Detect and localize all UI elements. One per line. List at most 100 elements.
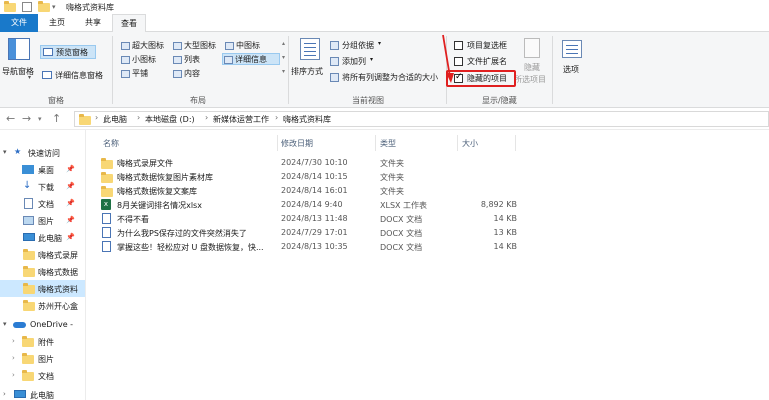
column-divider[interactable] [277, 135, 278, 151]
row-name: 嗨格式数据恢复文案库 [117, 187, 197, 196]
nav-item-folder[interactable]: › 文档 [0, 367, 85, 384]
layout-tiles[interactable]: 平铺 [120, 68, 148, 80]
row-name: 不得不看 [117, 215, 149, 224]
group-by-icon [330, 41, 339, 50]
layout-list[interactable]: 列表 [172, 54, 200, 66]
nav-item-pictures[interactable]: 图片 📌 [0, 212, 85, 229]
row-name: 掌握这些！轻松应对 U 盘数据恢复，快... [117, 243, 264, 252]
column-header-size[interactable]: 大小 [462, 138, 478, 149]
table-row[interactable]: 为什么我PS保存过的文件突然消失了 2024/7/29 17:01 DOCX 文… [97, 226, 517, 240]
forward-arrow-icon[interactable]: → [22, 112, 31, 125]
options-button[interactable]: 选项 [563, 64, 579, 75]
quick-access-dropdown-icon[interactable]: ▾ [52, 3, 62, 13]
column-divider[interactable] [457, 135, 458, 151]
tab-share[interactable]: 共享 [76, 14, 110, 32]
nav-item-desktop[interactable]: 桌面 📌 [0, 161, 85, 178]
column-header-type[interactable]: 类型 [380, 138, 396, 149]
layout-details[interactable]: 详细信息 [222, 53, 280, 65]
group-by-button[interactable]: 分组依据 ▾ [330, 40, 390, 52]
column-header-modified[interactable]: 修改日期 [281, 138, 313, 149]
chevron-right-icon[interactable]: › [12, 371, 15, 379]
pin-icon[interactable]: 📌 [66, 233, 75, 241]
pin-icon[interactable]: 📌 [66, 182, 75, 190]
sort-by-button[interactable]: 排序方式 [291, 66, 323, 77]
address-bar[interactable]: › 此电脑 › 本地磁盘 (D:) › 新媒体运营工作 › 嗨格式资料库 [74, 111, 769, 127]
nav-item-folder[interactable]: 嗨格式录屏 [0, 246, 85, 263]
nav-item-current-folder[interactable]: 嗨格式资料 [0, 280, 85, 297]
crumb-separator-icon[interactable]: › [205, 113, 208, 122]
highlight-arrow-icon [442, 34, 454, 83]
row-modified: 2024/8/14 16:01 [281, 186, 348, 195]
add-columns-button[interactable]: 添加列 ▾ [330, 56, 380, 68]
sort-by-icon[interactable] [300, 38, 320, 60]
chevron-down-icon[interactable]: ▾ [28, 74, 31, 81]
layout-large-icons[interactable]: 大型图标 [172, 40, 216, 52]
row-modified: 2024/7/30 10:10 [281, 158, 348, 167]
navigation-pane-icon[interactable] [8, 38, 30, 60]
back-arrow-icon[interactable]: ← [6, 112, 15, 125]
pin-icon[interactable]: 📌 [66, 199, 75, 207]
list-icon [173, 56, 182, 64]
nav-item-downloads[interactable]: ↓ 下载 📌 [0, 178, 85, 195]
layout-xl-icons[interactable]: 超大图标 [120, 40, 164, 52]
crumb-drive-d[interactable]: 本地磁盘 (D:) [145, 114, 195, 125]
preview-pane-button[interactable]: 预览窗格 [40, 45, 96, 59]
recent-locations-icon[interactable]: ▾ [38, 115, 42, 123]
nav-item-this-pc[interactable]: 此电脑 📌 [0, 229, 85, 246]
nav-this-pc[interactable]: › 此电脑 [0, 386, 85, 400]
folder-icon [23, 266, 35, 277]
file-extensions-toggle[interactable]: 文件扩展名 [454, 56, 518, 68]
layout-scroll-down-icon[interactable]: ▾ [282, 54, 285, 61]
item-checkboxes-toggle[interactable]: 项目复选框 [454, 40, 518, 52]
nav-item-documents[interactable]: 文档 📌 [0, 195, 85, 212]
nav-item-folder[interactable]: 嗨格式数据 [0, 263, 85, 280]
chevron-right-icon[interactable]: › [12, 354, 15, 362]
crumb-this-pc[interactable]: 此电脑 [103, 114, 127, 125]
new-folder-icon[interactable] [38, 1, 50, 12]
nav-item-folder[interactable]: › 附件 [0, 333, 85, 350]
row-size: 14 KB [493, 214, 517, 223]
crumb-separator-icon[interactable]: › [275, 113, 278, 122]
chevron-right-icon[interactable]: › [3, 390, 6, 398]
pin-icon[interactable]: 📌 [66, 165, 75, 173]
chevron-down-icon[interactable]: ▾ [3, 320, 7, 328]
preview-pane-icon [43, 48, 53, 56]
folder-icon [101, 158, 113, 169]
properties-icon[interactable] [22, 2, 32, 12]
up-arrow-icon[interactable]: ↑ [52, 112, 61, 125]
table-row[interactable]: 嗨格式数据恢复图片素材库 2024/8/14 10:15 文件夹 [97, 170, 517, 184]
table-row[interactable]: 嗨格式数据恢复文案库 2024/8/14 16:01 文件夹 [97, 184, 517, 198]
nav-onedrive[interactable]: ▾ OneDrive - [0, 316, 85, 333]
table-row[interactable]: 掌握这些！轻松应对 U 盘数据恢复，快... 2024/8/13 10:35 D… [97, 240, 517, 254]
tab-view[interactable]: 查看 [112, 14, 146, 33]
details-pane-button[interactable]: 详细信息窗格 [40, 69, 110, 83]
size-all-columns-button[interactable]: 将所有列调整为合适的大小 [330, 72, 442, 84]
nav-item-folder[interactable]: 苏州开心盒 [0, 297, 85, 314]
pin-icon[interactable]: 📌 [66, 216, 75, 224]
crumb-separator-icon[interactable]: › [137, 113, 140, 122]
column-header-name[interactable]: 名称 [103, 138, 119, 149]
nav-quick-access[interactable]: ▾ ★ 快速访问 [0, 144, 85, 161]
column-divider[interactable] [515, 135, 516, 151]
group-label-panes: 窗格 [48, 96, 64, 105]
table-row[interactable]: 不得不看 2024/8/13 11:48 DOCX 文档 14 KB [97, 212, 517, 226]
crumb-new-media[interactable]: 新媒体运营工作 [213, 114, 269, 125]
table-row[interactable]: x 8月关键词排名情况xlsx 2024/8/14 9:40 XLSX 工作表 … [97, 198, 517, 212]
tab-file[interactable]: 文件 [0, 14, 38, 32]
chevron-right-icon[interactable]: › [12, 337, 15, 345]
chevron-down-icon[interactable]: ▾ [3, 148, 7, 156]
options-icon[interactable] [562, 40, 582, 58]
layout-more-icon[interactable]: ▾ [282, 68, 285, 75]
crumb-separator-icon[interactable]: › [95, 113, 98, 122]
nav-item-folder[interactable]: › 图片 [0, 350, 85, 367]
tab-home[interactable]: 主页 [40, 14, 74, 32]
layout-scroll-up-icon[interactable]: ▴ [282, 40, 285, 47]
divider [552, 36, 553, 104]
column-divider[interactable] [375, 135, 376, 151]
crumb-current-folder[interactable]: 嗨格式资料库 [283, 114, 331, 125]
table-row[interactable]: 嗨格式录屏文件 2024/7/30 10:10 文件夹 [97, 156, 517, 170]
layout-small-icons[interactable]: 小图标 [120, 54, 156, 66]
layout-content[interactable]: 内容 [172, 68, 200, 80]
layout-medium-icons[interactable]: 中图标 [224, 40, 260, 52]
row-type: 文件夹 [380, 159, 404, 168]
